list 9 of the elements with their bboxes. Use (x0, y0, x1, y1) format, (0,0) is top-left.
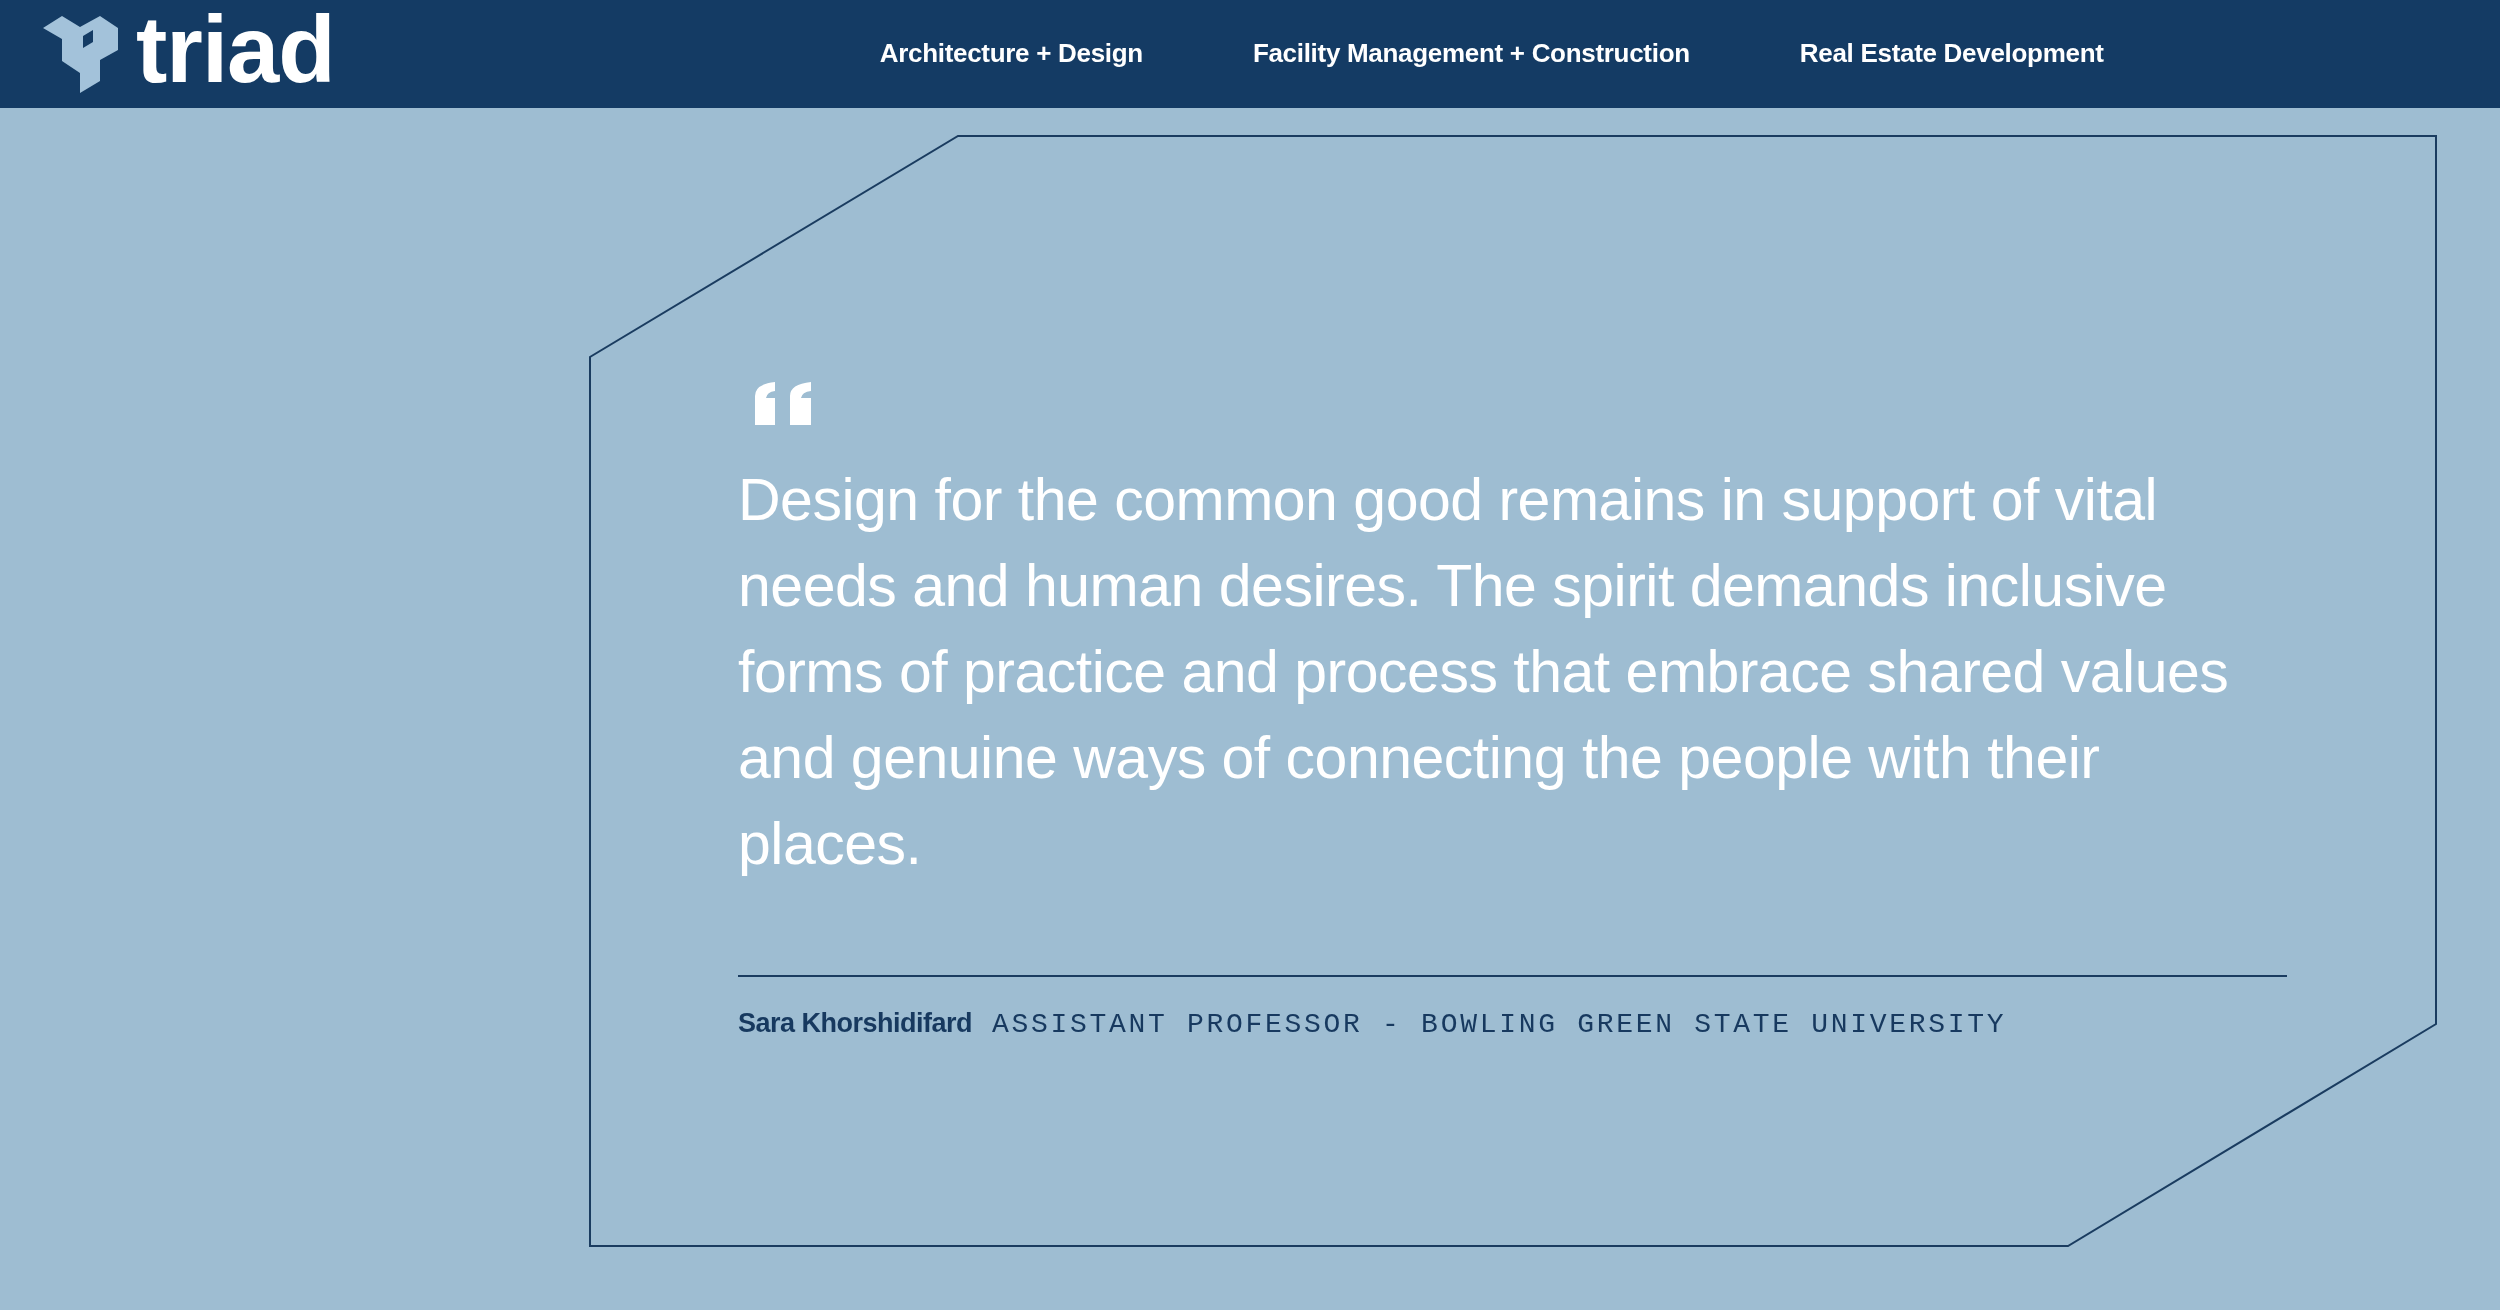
nav-link[interactable]: Real Estate Development (1799, 33, 2104, 73)
author-name: Sara Khorshidifard (738, 1007, 973, 1040)
logo-icon[interactable] (42, 15, 118, 93)
nav-link[interactable]: Facility Management + Construction (1252, 33, 1690, 73)
brand-name[interactable]: triad (136, 3, 335, 97)
quote-icon (755, 382, 811, 425)
nav-link[interactable]: Architecture + Design (879, 33, 1143, 73)
author-title: ASSISTANT PROFESSOR - BOWLING GREEN STATE UNIVERSITY (992, 1008, 2007, 1042)
quote-text: Design for the common good remains in support of vital needs and human desires. The spirit demands inclusive forms of practice and process that embrace shared values and genuine ways of connecting the people with their places. (738, 466, 2230, 879)
